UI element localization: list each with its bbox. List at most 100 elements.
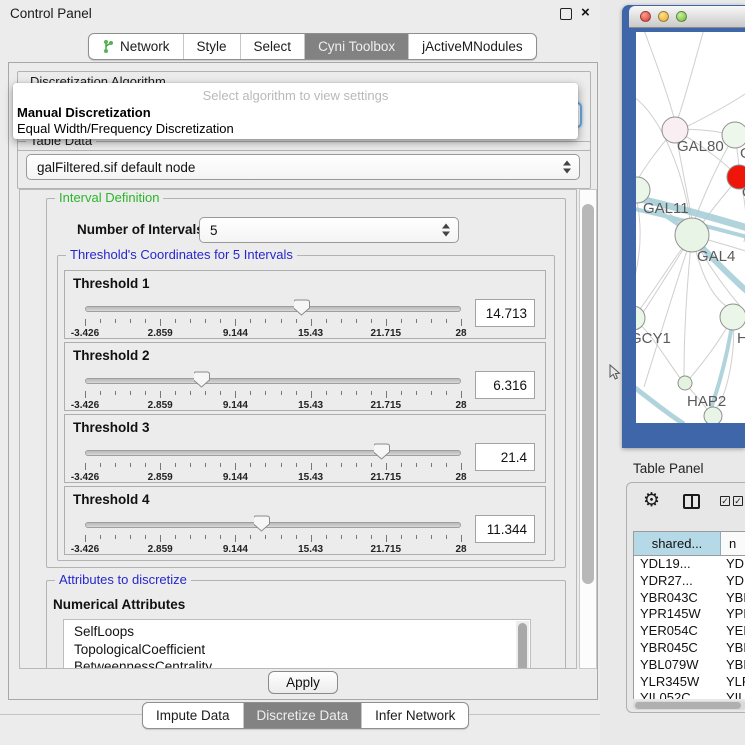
number-of-intervals-combobox[interactable]: 5	[199, 217, 459, 243]
cell-name[interactable]: YBL0	[721, 657, 745, 674]
tick-mark	[446, 463, 447, 467]
cell-shared-name[interactable]: YPR145W	[634, 606, 721, 623]
network-node-h[interactable]	[720, 304, 745, 330]
slider-handle[interactable]	[194, 371, 210, 388]
network-node-gcy1[interactable]	[636, 306, 645, 330]
settings-scrollbar[interactable]	[579, 189, 597, 669]
cell-shared-name[interactable]: YLR345W	[634, 674, 721, 691]
table-row[interactable]: YDL19...YDL1	[634, 556, 745, 573]
network-canvas[interactable]: GAL80GCGAL11GAL4GCY1HHAP2	[636, 32, 745, 423]
cell-shared-name[interactable]: YBL079W	[634, 657, 721, 674]
cell-name[interactable]: YDR2	[721, 573, 745, 590]
table-horizontal-scrollbar[interactable]	[633, 701, 745, 710]
node-label: HAP2	[687, 393, 726, 410]
checkbox-icon[interactable]: ✓	[733, 496, 743, 506]
float-window-icon[interactable]	[560, 8, 572, 20]
cell-name[interactable]: YLR3	[721, 674, 745, 691]
cell-shared-name[interactable]: YBR045C	[634, 640, 721, 657]
tab-network[interactable]: Network	[89, 34, 183, 59]
numerical-attributes-list[interactable]: SelfLoopsTopologicalCoefficientBetweenne…	[63, 619, 531, 669]
cell-name[interactable]: YBR0	[721, 590, 745, 607]
slider-track[interactable]	[85, 306, 461, 312]
cell-shared-name[interactable]: YDL19...	[634, 556, 721, 573]
split-columns-icon[interactable]	[683, 494, 700, 509]
tick-label: 9.144	[223, 472, 248, 483]
slider-handle[interactable]	[254, 515, 270, 532]
table-row[interactable]: YDR27...YDR2	[634, 573, 745, 590]
tab-impute-data[interactable]: Impute Data	[143, 703, 243, 728]
slider-handle[interactable]	[374, 443, 390, 460]
tab-discretize-data[interactable]: Discretize Data	[243, 703, 362, 728]
gear-icon[interactable]: ⚙	[643, 489, 660, 512]
scrollbar-thumb[interactable]	[582, 204, 594, 584]
threshold-value-field[interactable]: 21.4	[475, 443, 535, 471]
cell-shared-name[interactable]: YDR27...	[634, 573, 721, 590]
cell-name[interactable]: YPR1	[721, 606, 745, 623]
tick-mark	[190, 463, 191, 467]
minimize-traffic-light-icon[interactable]	[658, 11, 669, 22]
table-row[interactable]: YBR043CYBR0	[634, 590, 745, 607]
cell-name[interactable]: YBR0	[721, 640, 745, 657]
slider-track[interactable]	[85, 378, 461, 384]
tick-mark	[446, 535, 447, 539]
table-row[interactable]: YPR145WYPR1	[634, 606, 745, 623]
threshold-value-field[interactable]: 14.713	[475, 299, 535, 327]
combo-value: 5	[210, 223, 218, 238]
zoom-traffic-light-icon[interactable]	[676, 11, 687, 22]
algorithm-option[interactable]: Manual Discretization	[17, 105, 151, 120]
cell-name[interactable]: YDL1	[721, 556, 745, 573]
table-row[interactable]: YBR045CYBR0	[634, 640, 745, 657]
column-header-shared-name[interactable]: shared...	[634, 532, 721, 555]
threshold-slider[interactable]: -3.4262.8599.14415.4321.71528	[77, 441, 469, 481]
apply-button[interactable]: Apply	[268, 671, 338, 694]
close-icon[interactable]: ×	[581, 3, 590, 23]
cell-shared-name[interactable]: YBR043C	[634, 590, 721, 607]
table-row[interactable]: YBL079WYBL0	[634, 657, 745, 674]
tick-mark	[100, 391, 101, 395]
threshold-value-field[interactable]: 11.344	[475, 515, 535, 543]
network-node-hap2[interactable]	[678, 376, 692, 390]
list-item-betweennesscentrality[interactable]: BetweennessCentrality	[64, 658, 530, 669]
tick-mark	[401, 463, 402, 467]
panel-title: Control Panel	[10, 6, 92, 21]
tick-mark	[386, 319, 387, 326]
tick-label: 15.43	[298, 544, 323, 555]
table-row[interactable]: YER054CYER0	[634, 623, 745, 640]
list-item-selfloops[interactable]: SelfLoops	[64, 623, 530, 641]
threshold-slider[interactable]: -3.4262.8599.14415.4321.71528	[77, 369, 469, 409]
table-data-combobox[interactable]: galFiltered.sif default node	[26, 154, 580, 180]
tab-jactivemnodules[interactable]: jActiveMNodules	[408, 34, 536, 59]
slider-track[interactable]	[85, 450, 461, 456]
table-row[interactable]: YLR345WYLR3	[634, 674, 745, 691]
slider-handle[interactable]	[294, 299, 310, 316]
tick-mark	[115, 535, 116, 539]
tick-mark	[250, 319, 251, 323]
threshold-slider[interactable]: -3.4262.8599.14415.4321.71528	[77, 297, 469, 337]
scrollbar-thumb[interactable]	[635, 702, 741, 709]
cell-name[interactable]: YER0	[721, 623, 745, 640]
network-node-gal4[interactable]	[675, 218, 709, 252]
algorithm-option[interactable]: Equal Width/Frequency Discretization	[17, 121, 234, 136]
table-row[interactable]: YIL052CYIL0	[634, 690, 745, 699]
combo-arrows-icon	[442, 224, 450, 237]
tick-label: 28	[455, 544, 466, 555]
threshold-value-field[interactable]: 6.316	[475, 371, 535, 399]
cell-shared-name[interactable]: YER054C	[634, 623, 721, 640]
tab-style[interactable]: Style	[183, 34, 240, 59]
tab-label: Infer Network	[375, 708, 455, 723]
tab-infer-network[interactable]: Infer Network	[361, 703, 468, 728]
scrollbar-thumb[interactable]	[518, 623, 527, 669]
tab-cyni-toolbox[interactable]: Cyni Toolbox	[304, 34, 408, 59]
close-traffic-light-icon[interactable]	[640, 11, 651, 22]
list-item-topologicalcoefficient[interactable]: TopologicalCoefficient	[64, 641, 530, 659]
list-scrollbar[interactable]	[516, 621, 529, 669]
column-header-name[interactable]: n	[721, 532, 745, 555]
checkbox-icon[interactable]: ✓	[720, 496, 730, 506]
tab-select[interactable]: Select	[240, 34, 305, 59]
tick-mark	[235, 391, 236, 398]
network-window-titlebar[interactable]	[629, 6, 745, 28]
threshold-slider[interactable]: -3.4262.8599.14415.4321.71528	[77, 513, 469, 553]
cell-name[interactable]: YIL0	[721, 690, 745, 699]
cell-shared-name[interactable]: YIL052C	[634, 690, 721, 699]
slider-track[interactable]	[85, 522, 461, 528]
